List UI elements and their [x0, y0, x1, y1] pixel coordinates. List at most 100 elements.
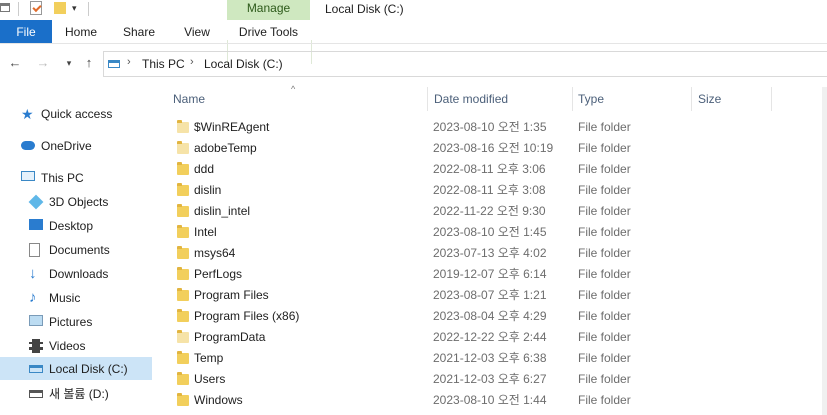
file-name: Temp	[194, 351, 224, 365]
table-row[interactable]: msys64 2023-07-13 오후 4:02 File folder	[160, 243, 827, 264]
desktop-icon	[29, 219, 43, 230]
file-type: File folder	[578, 183, 631, 197]
file-type: File folder	[578, 309, 631, 323]
file-date-modified: 2022-11-22 오전 9:30	[433, 204, 546, 218]
file-type: File folder	[578, 225, 631, 239]
vertical-scrollbar[interactable]	[822, 87, 827, 415]
file-type: File folder	[578, 393, 631, 407]
file-date-modified: 2022-12-22 오후 2:44	[433, 330, 547, 344]
column-header-name[interactable]: Name	[173, 87, 205, 111]
file-name: Windows	[194, 393, 243, 407]
file-name: adobeTemp	[194, 141, 257, 155]
table-row[interactable]: Temp 2021-12-03 오후 6:38 File folder	[160, 348, 827, 369]
file-type: File folder	[578, 267, 631, 281]
recent-locations-chevron-icon[interactable]: ▾	[60, 52, 78, 74]
cloud-icon	[21, 141, 35, 150]
file-date-modified: 2021-12-03 오후 6:27	[433, 372, 547, 386]
file-name: $WinREAgent	[194, 120, 270, 134]
folder-icon	[177, 162, 189, 175]
file-type: File folder	[578, 351, 631, 365]
manage-contextual-tab[interactable]: Manage	[227, 0, 310, 20]
table-row[interactable]: ddd 2022-08-11 오후 3:06 File folder	[160, 159, 827, 180]
table-row[interactable]: PerfLogs 2019-12-07 오후 6:14 File folder	[160, 264, 827, 285]
column-separator[interactable]	[427, 87, 428, 111]
file-name: Intel	[194, 225, 217, 239]
download-arrow-icon: ↓	[29, 265, 37, 282]
file-type: File folder	[578, 141, 631, 155]
folder-icon	[177, 267, 189, 280]
table-row[interactable]: adobeTemp 2023-08-16 오전 10:19 File folder	[160, 138, 827, 159]
table-row[interactable]: ProgramData 2022-12-22 오후 2:44 File folder	[160, 327, 827, 348]
table-row[interactable]: Program Files 2023-08-07 오후 1:21 File fold…	[160, 285, 827, 306]
folder-icon	[177, 204, 189, 217]
file-date-modified: 2019-12-07 오후 6:14	[433, 267, 547, 281]
column-header-type[interactable]: Type	[578, 87, 604, 111]
column-separator[interactable]	[771, 87, 772, 111]
file-date-modified: 2023-08-04 오후 4:29	[433, 309, 547, 323]
folder-icon	[177, 120, 189, 133]
file-name: dislin_intel	[194, 204, 251, 218]
file-name: PerfLogs	[194, 267, 243, 281]
new-folder-icon[interactable]	[54, 2, 66, 14]
tab-share[interactable]: Share	[116, 20, 162, 44]
file-type: File folder	[578, 204, 631, 218]
separator	[18, 2, 19, 16]
column-separator[interactable]	[691, 87, 692, 111]
up-arrow-icon[interactable]: ↑	[80, 52, 98, 74]
file-name: ddd	[194, 162, 215, 176]
breadcrumb-separator-icon: ›	[127, 56, 131, 68]
computer-icon	[21, 171, 35, 181]
star-icon: ★	[21, 106, 34, 122]
tab-home[interactable]: Home	[58, 20, 104, 44]
column-separator[interactable]	[572, 87, 573, 111]
file-date-modified: 2021-12-03 오후 6:38	[433, 351, 547, 365]
file-type: File folder	[578, 330, 631, 344]
folder-icon	[177, 393, 189, 406]
customize-toolbar-icon[interactable]: ▾	[72, 2, 81, 14]
sort-ascending-chevron-icon: ^	[291, 84, 296, 94]
tab-view[interactable]: View	[174, 20, 220, 44]
breadcrumb-separator-icon: ›	[190, 56, 194, 68]
film-icon	[29, 339, 43, 353]
file-name: msys64	[194, 246, 236, 260]
properties-icon[interactable]	[30, 1, 42, 15]
file-name: ProgramData	[194, 330, 266, 344]
tab-file[interactable]: File	[0, 20, 52, 44]
file-date-modified: 2023-08-10 오전 1:45	[433, 225, 547, 239]
table-row[interactable]: Intel 2023-08-10 오전 1:45 File folder	[160, 222, 827, 243]
file-type: File folder	[578, 288, 631, 302]
breadcrumb-local-disk[interactable]: Local Disk (C:)	[204, 57, 283, 71]
drive-icon	[29, 390, 43, 398]
table-row[interactable]: dislin_intel 2022-11-22 오전 9:30 File folde…	[160, 201, 827, 222]
music-note-icon: ♪	[29, 289, 37, 306]
window-title: Local Disk (C:)	[325, 2, 404, 16]
back-arrow-icon[interactable]: ←	[6, 52, 24, 74]
folder-icon	[177, 330, 189, 343]
folder-icon	[177, 372, 189, 385]
table-row[interactable]: $WinREAgent 2023-08-10 오전 1:35 File folder	[160, 117, 827, 138]
file-name: Program Files	[194, 288, 269, 302]
ribbon-tabs: File Home Share View Drive Tools	[0, 20, 827, 64]
forward-arrow-icon[interactable]: →	[34, 52, 52, 74]
table-row[interactable]: Users 2021-12-03 오후 6:27 File folder	[160, 369, 827, 390]
file-date-modified: 2023-08-10 오전 1:44	[433, 393, 547, 407]
separator	[88, 2, 89, 16]
pictures-icon	[29, 315, 43, 326]
file-date-modified: 2023-08-16 오전 10:19	[433, 141, 554, 155]
tab-drive-tools[interactable]: Drive Tools	[227, 20, 310, 44]
drive-icon[interactable]	[0, 3, 10, 12]
folder-icon	[177, 351, 189, 364]
folder-icon	[177, 183, 189, 196]
file-type: File folder	[578, 246, 631, 260]
breadcrumb-this-pc[interactable]: This PC	[142, 57, 185, 71]
address-bar[interactable]: › This PC › Local Disk (C:)	[103, 51, 827, 77]
table-row[interactable]: dislin 2022-08-11 오후 3:08 File folder	[160, 180, 827, 201]
file-name: dislin	[194, 183, 222, 197]
table-row[interactable]: Program Files (x86) 2023-08-04 오후 4:29 Fil…	[160, 306, 827, 327]
column-header-size[interactable]: Size	[698, 87, 721, 111]
table-row[interactable]: Windows 2023-08-10 오전 1:44 File folder	[160, 390, 827, 411]
column-header-date-modified[interactable]: Date modified	[434, 87, 508, 111]
folder-icon	[177, 288, 189, 301]
file-type: File folder	[578, 120, 631, 134]
file-type: File folder	[578, 162, 631, 176]
